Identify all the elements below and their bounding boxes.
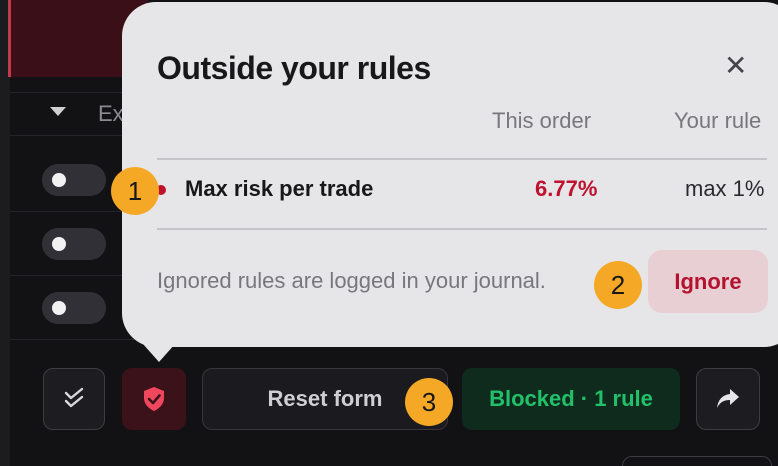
- share-button[interactable]: [696, 368, 760, 430]
- violation-rule-limit: max 1%: [685, 176, 765, 201]
- partial-button[interactable]: [622, 456, 772, 466]
- shield-check-icon: [144, 387, 164, 411]
- violation-rule-name: Max risk per trade: [185, 176, 374, 201]
- toggle-switch[interactable]: [42, 164, 106, 196]
- column-header-this-order: This order: [492, 108, 592, 133]
- violation-order-value: 6.77%: [535, 176, 598, 201]
- caret-down-icon: [50, 107, 66, 116]
- toggle-knob: [52, 173, 66, 187]
- section-label: Ex: [98, 101, 124, 126]
- journal-footnote: Ignored rules are logged in your journal…: [157, 268, 546, 293]
- column-header-your-rule: Your rule: [674, 108, 762, 133]
- divider: [157, 228, 767, 230]
- toggle-knob: [52, 301, 66, 315]
- validate-button[interactable]: [43, 368, 105, 430]
- toggle-knob: [52, 237, 66, 251]
- step-marker-2: 2: [594, 261, 642, 309]
- popover-arrow: [143, 344, 175, 362]
- close-icon[interactable]: ✕: [724, 52, 747, 80]
- step-marker-1: 1: [111, 167, 159, 215]
- rules-shield-button[interactable]: [122, 368, 186, 430]
- step-marker-3: 3: [405, 378, 453, 426]
- toggle-switch[interactable]: [42, 228, 106, 260]
- toggle-switch[interactable]: [42, 292, 106, 324]
- divider: [157, 158, 767, 160]
- blocked-submit-button[interactable]: Blocked · 1 rule: [462, 368, 680, 430]
- double-check-icon: [64, 387, 84, 408]
- ignore-button[interactable]: Ignore: [648, 250, 768, 313]
- popover-title: Outside your rules: [157, 50, 431, 86]
- share-arrow-icon: [717, 389, 739, 408]
- app-root: Ex Reset form Blocked · 1 rule Outside y…: [0, 0, 778, 466]
